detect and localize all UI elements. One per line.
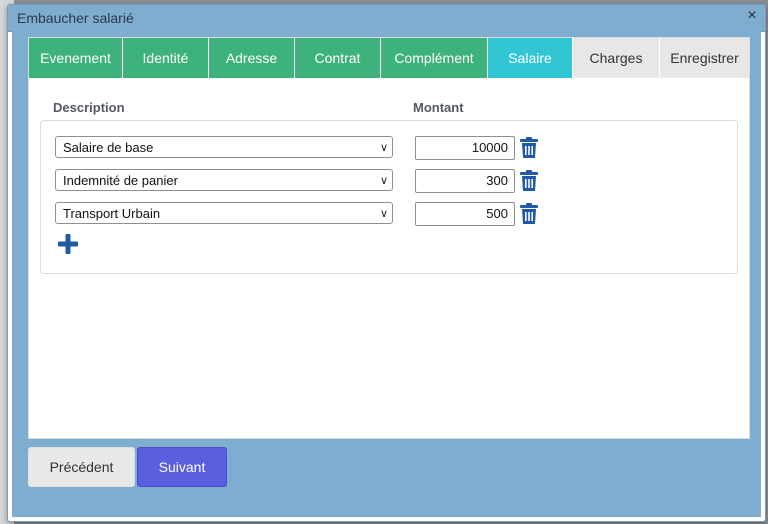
trash-icon[interactable] xyxy=(519,137,539,159)
tab-complement[interactable]: Complément xyxy=(381,38,488,78)
chevron-down-icon: ∨ xyxy=(379,208,388,220)
salary-type-value: Indemnité de panier xyxy=(63,173,178,188)
salary-type-value: Transport Urbain xyxy=(63,206,161,221)
amount-input[interactable]: 10000 xyxy=(415,136,515,160)
trash-icon[interactable] xyxy=(519,203,539,225)
previous-button[interactable]: Précédent xyxy=(28,447,135,487)
column-header-description: Description xyxy=(53,100,125,115)
next-button[interactable]: Suivant xyxy=(137,447,227,487)
salary-type-select[interactable]: Transport Urbain ∨ xyxy=(55,202,393,224)
tab-evenement[interactable]: Evenement xyxy=(29,38,123,78)
tab-charges[interactable]: Charges xyxy=(573,38,660,78)
salary-type-value: Salaire de base xyxy=(63,140,154,155)
salary-line: Indemnité de panier ∨ 300 xyxy=(41,169,737,193)
salary-line: Transport Urbain ∨ 500 xyxy=(41,202,737,226)
hire-employee-dialog: Embaucher salarié × Evenement Identité A… xyxy=(7,4,766,522)
salary-lines-card: Salaire de base ∨ 10000 Indemnité de pan… xyxy=(40,120,738,274)
wizard-panel: Evenement Identité Adresse Contrat Compl… xyxy=(28,37,750,439)
amount-input[interactable]: 500 xyxy=(415,202,515,226)
plus-icon[interactable] xyxy=(57,233,79,255)
chevron-down-icon: ∨ xyxy=(379,142,388,154)
tab-identite[interactable]: Identité xyxy=(123,38,209,78)
tab-salaire[interactable]: Salaire xyxy=(488,38,573,78)
tab-enregistrer[interactable]: Enregistrer xyxy=(660,38,749,78)
wizard-tabs: Evenement Identité Adresse Contrat Compl… xyxy=(29,38,749,78)
chevron-down-icon: ∨ xyxy=(379,175,388,187)
tab-adresse[interactable]: Adresse xyxy=(209,38,295,78)
dialog-titlebar: Embaucher salarié × xyxy=(8,5,765,32)
column-header-amount: Montant xyxy=(413,100,464,115)
salary-type-select[interactable]: Indemnité de panier ∨ xyxy=(55,169,393,191)
dialog-title: Embaucher salarié xyxy=(17,10,134,26)
trash-icon[interactable] xyxy=(519,170,539,192)
salary-type-select[interactable]: Salaire de base ∨ xyxy=(55,136,393,158)
dialog-content: Evenement Identité Adresse Contrat Compl… xyxy=(12,31,761,517)
tab-contrat[interactable]: Contrat xyxy=(295,38,381,78)
amount-input[interactable]: 300 xyxy=(415,169,515,193)
salary-line: Salaire de base ∨ 10000 xyxy=(41,136,737,160)
close-icon[interactable]: × xyxy=(743,6,761,26)
